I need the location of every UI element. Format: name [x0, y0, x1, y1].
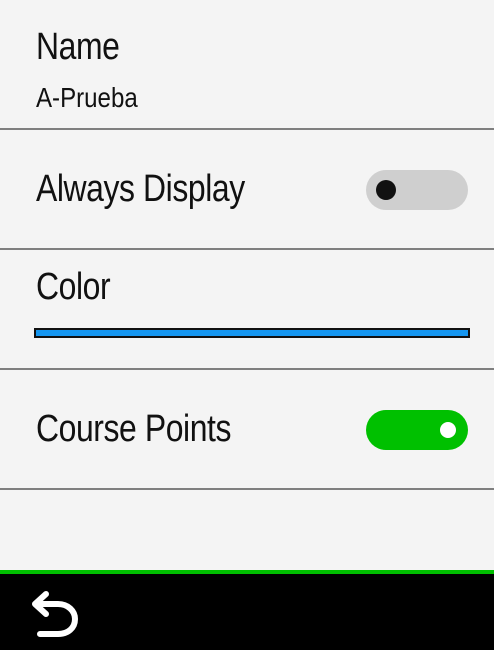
always-display-row[interactable]: Always Display — [0, 130, 494, 250]
color-row[interactable]: Color — [0, 250, 494, 370]
course-points-toggle-knob — [438, 420, 458, 440]
name-row[interactable]: Name A-Prueba — [0, 0, 494, 130]
course-points-row[interactable]: Course Points — [0, 370, 494, 490]
color-swatch — [34, 328, 470, 338]
color-label: Color — [36, 266, 111, 308]
course-points-toggle[interactable] — [366, 410, 468, 450]
always-display-label: Always Display — [36, 168, 245, 210]
name-value: A-Prueba — [36, 82, 138, 113]
bottom-bar — [0, 574, 494, 650]
back-button[interactable] — [28, 584, 92, 640]
always-display-toggle-knob — [376, 180, 396, 200]
always-display-toggle[interactable] — [366, 170, 468, 210]
course-points-label: Course Points — [36, 408, 232, 450]
back-arrow-icon — [32, 591, 78, 637]
name-title: Name — [36, 26, 120, 68]
